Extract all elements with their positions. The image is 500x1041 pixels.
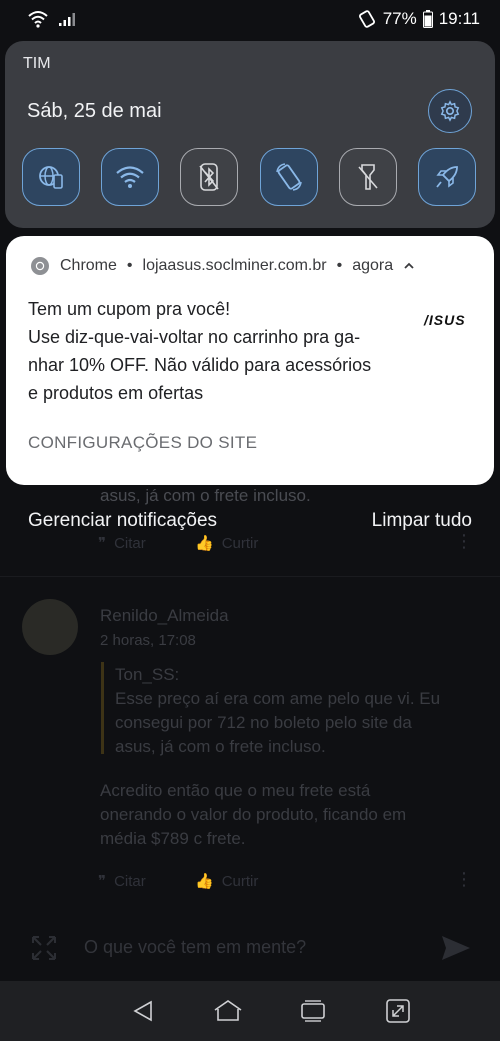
separator: •	[126, 257, 133, 274]
recents-icon	[300, 1000, 325, 1022]
bluetooth-off-icon	[199, 163, 219, 191]
like-action: 👍 Curtir	[195, 534, 259, 553]
notification-body: Tem um cupom pra você! Use diz-que-vai-v…	[28, 295, 398, 407]
battery-percent: 77%	[382, 9, 417, 28]
thumbs-up-icon: 👍	[195, 873, 214, 890]
like-action: 👍 Curtir	[195, 872, 259, 891]
auto-rotate-status-icon	[358, 10, 375, 28]
asus-logo: /ISUS	[424, 312, 466, 328]
avatar	[22, 599, 78, 655]
comment-time: 2 horas, 17:08	[100, 632, 196, 649]
body-line: nhar 10% OFF. Não válido para acessórios	[28, 355, 372, 375]
notification-time: agora	[352, 257, 394, 274]
auto-rotate-icon	[276, 163, 302, 191]
tile-auto-rotate[interactable]	[260, 148, 318, 206]
cite-action: ❞ Citar	[98, 872, 146, 891]
gear-icon	[440, 100, 460, 122]
quote-line: asus, já com o frete incluso.	[115, 737, 326, 756]
source-domain: lojaasus.soclminer.com.br	[142, 257, 327, 274]
send-icon	[442, 936, 470, 960]
comment-author: Renildo_Almeida	[100, 606, 229, 625]
back-button[interactable]	[127, 995, 159, 1027]
flashlight-off-icon	[358, 164, 378, 190]
recents-button[interactable]	[297, 995, 329, 1027]
quoted-author: Ton_SS:	[115, 665, 180, 684]
quote-tail: asus, já com o frete incluso.	[100, 486, 311, 505]
wifi-icon	[116, 166, 144, 188]
chrome-notification[interactable]: Chrome • lojaasus.soclminer.com.br • ago…	[6, 236, 494, 485]
clear-all-button[interactable]: Limpar tudo	[372, 510, 472, 532]
cell-signal-icon	[59, 13, 75, 26]
status-bar: 77% 19:11	[0, 0, 500, 40]
notification-header: Chrome • lojaasus.soclminer.com.br • ago…	[30, 256, 415, 276]
date-label: Sáb, 25 de mai	[27, 100, 162, 122]
quote-bar	[101, 662, 104, 754]
more-icon: ⋮	[455, 531, 473, 551]
chevron-up-icon[interactable]	[403, 261, 415, 271]
tile-flashlight[interactable]	[339, 148, 397, 206]
site-settings-button[interactable]: CONFIGURAÇÕES DO SITE	[28, 433, 257, 453]
body-line: e produtos em ofertas	[28, 383, 204, 403]
expand-icon	[32, 936, 56, 960]
reply-line: média $789 c frete.	[100, 829, 246, 848]
settings-button[interactable]	[428, 89, 472, 133]
tile-bluetooth[interactable]	[180, 148, 238, 206]
expand-screen-icon	[385, 999, 410, 1023]
carrier-name: TIM	[23, 55, 51, 72]
quote-line: Esse preço aí era com ame pelo que vi. E…	[115, 689, 441, 708]
body-line: Tem um cupom pra você!	[28, 299, 231, 319]
quick-settings-panel: TIM Sáb, 25 de mai	[5, 41, 495, 228]
separator: •	[336, 257, 343, 274]
quote-icon: ❞	[98, 535, 107, 552]
divider	[0, 576, 500, 577]
comment-input: O que você tem em mente?	[84, 937, 307, 957]
home-icon	[214, 1000, 241, 1021]
tile-game-boost[interactable]	[418, 148, 476, 206]
wifi-signal-icon	[28, 11, 48, 28]
comment-composer: O que você tem em mente?	[0, 920, 500, 978]
manage-notifications-button[interactable]: Gerenciar notificações	[28, 510, 217, 532]
body-line: Use diz-que-vai-voltar no carrinho pra g…	[28, 327, 361, 347]
battery-icon	[422, 10, 433, 28]
app-name: Chrome	[60, 257, 117, 274]
quote-icon: ❞	[98, 873, 107, 890]
reply-line: Acredito então que o meu frete está	[100, 781, 371, 800]
back-icon	[132, 1000, 152, 1022]
clock: 19:11	[438, 9, 480, 28]
quote-line: consegui por 712 no boleto pelo site da	[115, 713, 412, 732]
globe-phone-icon	[39, 166, 63, 189]
more-icon: ⋮	[455, 869, 473, 889]
chrome-icon	[31, 257, 49, 275]
navigation-bar	[0, 981, 500, 1041]
screen-expand-button[interactable]	[382, 995, 414, 1027]
home-button[interactable]	[212, 995, 244, 1027]
tile-data-saver[interactable]	[22, 148, 80, 206]
rocket-icon	[436, 166, 458, 188]
tile-wifi[interactable]	[101, 148, 159, 206]
cite-action: ❞ Citar	[98, 534, 146, 553]
reply-line: onerando o valor do produto, ficando em	[100, 805, 407, 824]
thumbs-up-icon: 👍	[195, 535, 214, 552]
